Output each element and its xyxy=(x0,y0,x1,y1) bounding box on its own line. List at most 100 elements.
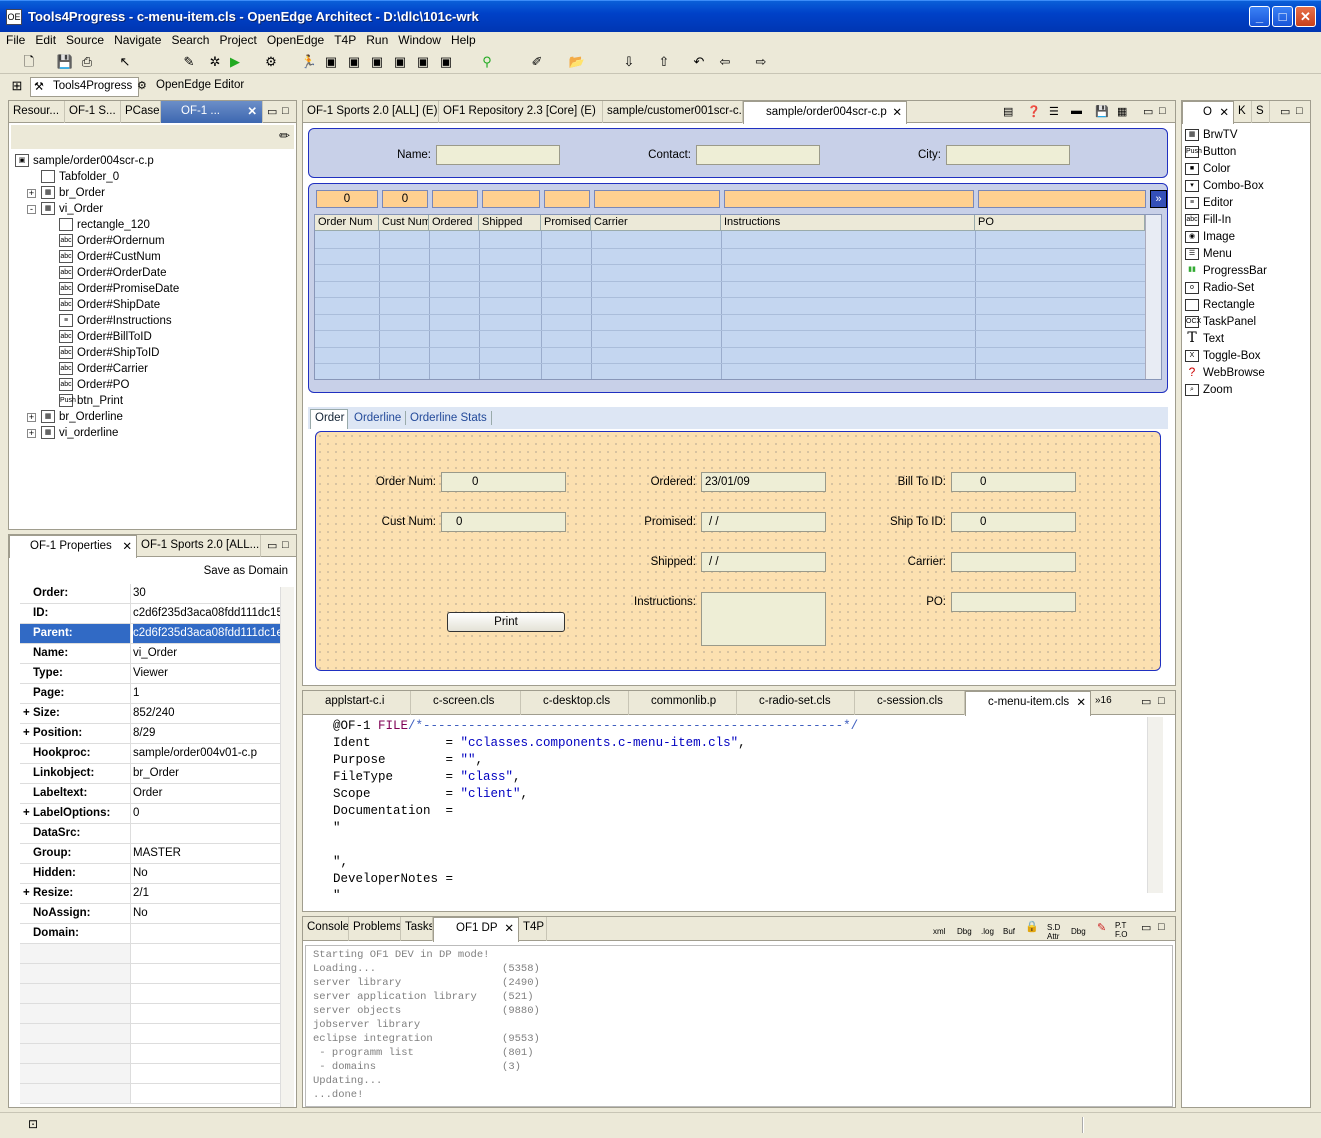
col-po[interactable]: PO xyxy=(975,215,1145,231)
menu-search[interactable]: Search xyxy=(167,32,213,47)
tree-node[interactable]: abc Order#BillToID xyxy=(51,329,152,345)
property-value[interactable]: MASTER xyxy=(133,844,287,863)
menu-navigate[interactable]: Navigate xyxy=(110,32,165,47)
ordernum-field[interactable]: 0 xyxy=(441,472,566,492)
shipped-field[interactable]: / / xyxy=(701,552,826,572)
t4p-icon-3[interactable]: ▣ xyxy=(368,53,386,71)
save-icon[interactable]: 💾 xyxy=(56,53,74,71)
browse-scrollbar[interactable] xyxy=(1145,215,1161,379)
t4p-icon-6[interactable]: ▣ xyxy=(437,53,455,71)
tab-palette-o[interactable]: O ✕ xyxy=(1182,101,1234,124)
tree-node[interactable]: abc Order#Carrier xyxy=(51,361,148,377)
tree-node[interactable]: abc Order#PO xyxy=(51,377,129,393)
debug2-icon[interactable]: Dbg xyxy=(1071,927,1086,936)
property-value[interactable]: 0 xyxy=(133,804,287,823)
list-icon[interactable]: ☰ xyxy=(1049,105,1059,118)
palette-item[interactable]: Rectangle xyxy=(1185,297,1255,314)
close-icon[interactable]: ✕ xyxy=(247,104,257,118)
close-icon[interactable]: ✕ xyxy=(1219,105,1229,119)
tab-of1-repository[interactable]: OF1 Repository 2.3 [Core] (E) xyxy=(439,101,603,123)
expand-icon[interactable]: + xyxy=(23,704,30,723)
expand-icon[interactable]: + xyxy=(27,429,36,438)
property-row[interactable]: Labeltext: Order xyxy=(20,784,287,804)
property-value[interactable]: No xyxy=(133,864,287,883)
tab-of1-sports-2[interactable]: OF-1 Sports 2.0 [ALL] (E) xyxy=(303,101,439,123)
tab-of1-dp[interactable]: OF1 DP ✕ xyxy=(433,917,519,942)
palette-item[interactable]: o Radio-Set xyxy=(1185,280,1254,297)
tree-node[interactable]: + ▦ vi_orderline xyxy=(27,425,118,441)
palette-item[interactable]: ◉ Image xyxy=(1185,229,1235,246)
palette-item[interactable]: OCX TaskPanel xyxy=(1185,314,1256,331)
tree-node[interactable]: - ▦ vi_Order xyxy=(27,201,103,217)
property-value[interactable]: sample/order004v01-c.p xyxy=(133,744,287,763)
close-button[interactable]: ✕ xyxy=(1295,6,1316,27)
forward-icon[interactable]: ⇨ xyxy=(752,53,770,71)
minimize-icon[interactable]: ▭ xyxy=(267,539,277,552)
menu-openedge[interactable]: OpenEdge xyxy=(263,32,328,47)
t4p-icon-4[interactable]: ▣ xyxy=(391,53,409,71)
name-field[interactable] xyxy=(436,145,560,165)
tab-resources[interactable]: Resour... xyxy=(9,101,65,123)
menu-window[interactable]: Window xyxy=(394,32,445,47)
property-value[interactable]: 30 xyxy=(133,584,287,603)
tree-node[interactable]: abc Order#CustNum xyxy=(51,249,161,265)
menu-edit[interactable]: Edit xyxy=(31,32,60,47)
edit-icon[interactable]: ✎ xyxy=(180,53,198,71)
attr-icon[interactable]: S.D Attr xyxy=(1047,923,1067,941)
t4p-icon-1[interactable]: ▣ xyxy=(322,53,340,71)
property-row[interactable]: ID: c2d6f235d3aca08fdd111dc15e2 xyxy=(20,604,287,624)
minimize-icon[interactable]: ▭ xyxy=(1280,105,1290,118)
minimize-icon[interactable]: ▭ xyxy=(267,105,277,118)
menu-help[interactable]: Help xyxy=(447,32,480,47)
t4p-icon-2[interactable]: ▣ xyxy=(345,53,363,71)
filter-cell-promised[interactable] xyxy=(544,190,590,208)
maximize-icon[interactable]: □ xyxy=(1296,105,1303,117)
edit-pencil-icon[interactable]: ✏ xyxy=(279,128,290,144)
property-row[interactable]: Hidden: No xyxy=(20,864,287,884)
close-icon[interactable]: ✕ xyxy=(504,921,514,935)
palette-item[interactable]: T Text xyxy=(1185,331,1224,348)
palette-item[interactable]: ? WebBrowse xyxy=(1185,365,1265,382)
tab-commonlib[interactable]: commonlib.p xyxy=(629,691,737,715)
help-icon[interactable]: ❓ xyxy=(1027,105,1041,118)
close-icon[interactable]: ✕ xyxy=(122,539,132,553)
property-value[interactable]: 2/1 xyxy=(133,884,287,903)
tab-console[interactable]: Console xyxy=(303,917,349,941)
menu-t4p[interactable]: T4P xyxy=(330,32,360,47)
property-value[interactable]: Viewer xyxy=(133,664,287,683)
save-design-icon[interactable]: 💾 xyxy=(1095,105,1109,118)
menu-file[interactable]: File xyxy=(2,32,29,47)
property-row[interactable]: Position: 8/29 + xyxy=(20,724,287,744)
tree-node[interactable]: rectangle_120 xyxy=(51,217,150,233)
col-custnum[interactable]: Cust Num xyxy=(379,215,429,231)
designer-tool-1-icon[interactable]: ▤ xyxy=(1003,105,1013,118)
buffer-icon[interactable]: Buf xyxy=(1003,927,1015,936)
filter-cell-ordernum[interactable]: 0 xyxy=(316,190,378,208)
folder-tab-orderline-stats[interactable]: Orderline Stats xyxy=(406,411,492,425)
tree-node[interactable]: abc Order#PromiseDate xyxy=(51,281,179,297)
browse-grid[interactable]: Order Num Cust Num Ordered Shipped Promi… xyxy=(314,214,1162,380)
open-perspective-icon[interactable]: ⊞ xyxy=(8,77,26,95)
ordered-field[interactable]: 23/01/09 xyxy=(701,472,826,492)
maximize-icon[interactable]: □ xyxy=(1159,105,1166,117)
brush-icon[interactable]: ✐ xyxy=(528,53,546,71)
property-value[interactable]: c2d6f235d3aca08fdd111dc15e2 xyxy=(133,604,287,623)
filter-cell-carrier[interactable] xyxy=(594,190,720,208)
filter-cell-shipped[interactable] xyxy=(482,190,540,208)
property-row[interactable]: NoAssign: No xyxy=(20,904,287,924)
col-instructions[interactable]: Instructions xyxy=(721,215,975,231)
property-row[interactable]: Type: Viewer xyxy=(20,664,287,684)
perspective-openedge-editor[interactable]: ⚙ OpenEdge Editor xyxy=(134,77,250,97)
tree-node[interactable]: abc Order#Ordernum xyxy=(51,233,165,249)
property-value[interactable]: 1 xyxy=(133,684,287,703)
back-icon[interactable]: ⇦ xyxy=(716,53,734,71)
property-row[interactable]: Parent: c2d6f235d3aca08fdd111dc1e2c xyxy=(20,624,287,644)
collapse-icon[interactable]: - xyxy=(27,205,36,214)
tab-t4p[interactable]: T4P xyxy=(519,917,547,941)
property-row[interactable]: Hookproc: sample/order004v01-c.p xyxy=(20,744,287,764)
tab-of1-properties[interactable]: OF-1 Properties ✕ xyxy=(9,535,137,558)
tab-c-screen[interactable]: c-screen.cls xyxy=(411,691,521,715)
log-icon[interactable]: .log xyxy=(981,927,994,936)
property-value[interactable]: vi_Order xyxy=(133,644,287,663)
tree-node[interactable]: ▣ sample/order004scr-c.p xyxy=(15,153,154,169)
